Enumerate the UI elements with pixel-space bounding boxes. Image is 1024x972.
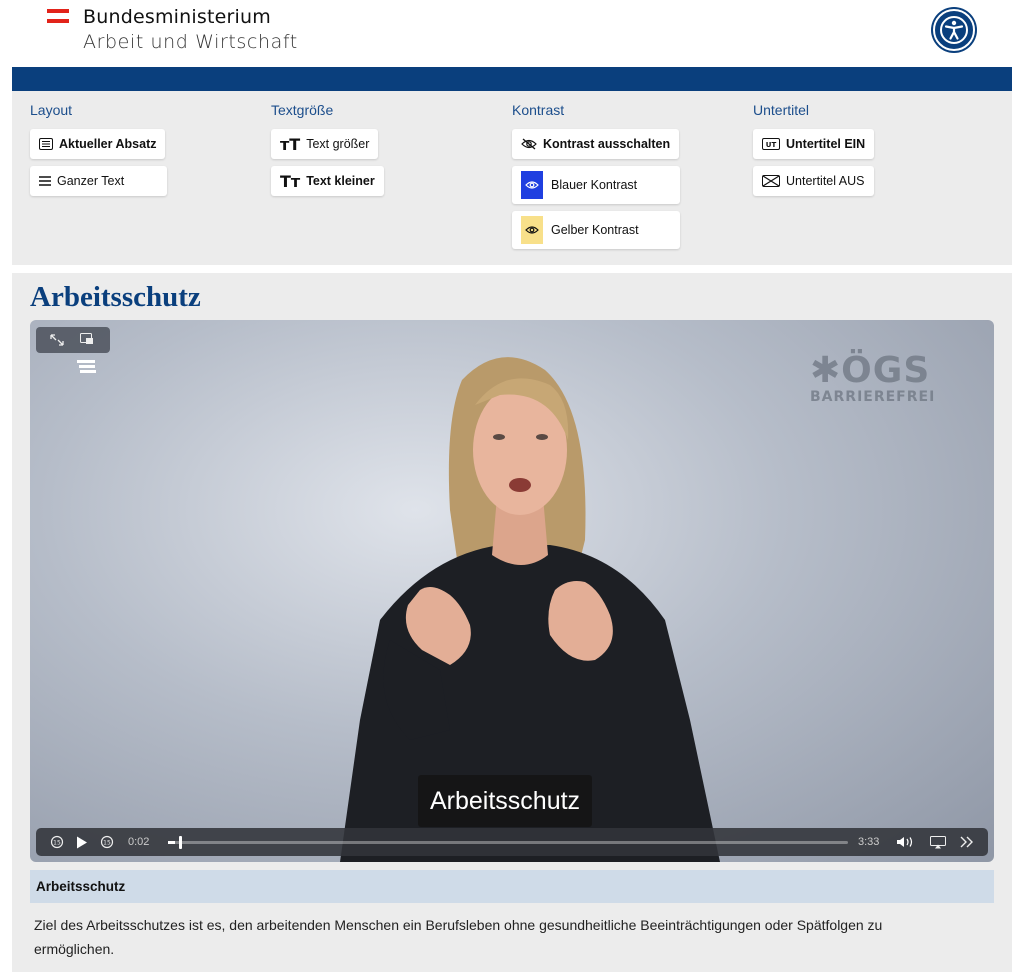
layout-full-text-button[interactable]: Ganzer Text bbox=[30, 166, 167, 196]
accessibility-icon bbox=[940, 16, 968, 44]
list-icon bbox=[39, 176, 51, 186]
blue-contrast-button[interactable]: Blauer Kontrast bbox=[512, 166, 680, 204]
button-label: Ganzer Text bbox=[57, 174, 125, 188]
ogs-watermark: ✱ÖGS BARRIEREFREI bbox=[810, 350, 935, 405]
forward-15-button[interactable]: 15 bbox=[100, 828, 114, 856]
text-smaller-button[interactable]: Tᴛ Text kleiner bbox=[271, 166, 384, 196]
paragraph-icon bbox=[39, 138, 53, 150]
button-label: Untertitel EIN bbox=[786, 137, 866, 151]
rewind-15-button[interactable]: 15 bbox=[50, 828, 64, 856]
video-control-bar: 15 15 0:02 3:33 bbox=[36, 828, 988, 856]
text-smaller-icon: Tᴛ bbox=[280, 171, 301, 191]
video-progress-fill bbox=[168, 841, 175, 844]
more-controls-button[interactable] bbox=[960, 828, 974, 856]
austria-flag-logo[interactable] bbox=[47, 9, 69, 23]
video-progress-bar[interactable] bbox=[168, 836, 848, 849]
subtitles-on-icon: UT bbox=[762, 138, 780, 150]
subtitles-on-button[interactable]: UT Untertitel EIN bbox=[753, 129, 875, 159]
eye-icon bbox=[525, 181, 539, 189]
subtitles-off-icon bbox=[762, 175, 780, 187]
button-label: Aktueller Absatz bbox=[59, 137, 157, 151]
yellow-contrast-button[interactable]: Gelber Kontrast bbox=[512, 211, 680, 249]
button-label: Untertitel AUS bbox=[786, 174, 865, 188]
text-larger-button[interactable]: ᴛT Text größer bbox=[271, 129, 379, 159]
button-label: Blauer Kontrast bbox=[551, 178, 638, 192]
volume-button[interactable] bbox=[896, 828, 916, 856]
layout-current-paragraph-button[interactable]: Aktueller Absatz bbox=[30, 129, 166, 159]
volume-icon bbox=[897, 837, 913, 847]
subtitles-heading: Untertitel bbox=[753, 102, 810, 118]
text-larger-icon: ᴛT bbox=[280, 134, 301, 154]
transcript-heading: Arbeitsschutz bbox=[30, 870, 994, 903]
ministry-logo-watermark bbox=[77, 360, 96, 373]
play-icon bbox=[77, 836, 87, 848]
header-accent-bar bbox=[12, 67, 1012, 91]
current-time: 0:02 bbox=[128, 836, 150, 848]
video-top-controls bbox=[36, 327, 110, 353]
video-player[interactable]: ✱ÖGS BARRIEREFREI Arbeitsschutz 15 15 0:… bbox=[30, 320, 994, 862]
subtitles-off-button[interactable]: Untertitel AUS bbox=[753, 166, 874, 196]
contrast-heading: Kontrast bbox=[512, 102, 565, 118]
svg-text:15: 15 bbox=[53, 840, 61, 847]
chevrons-right-icon bbox=[960, 836, 973, 848]
forward-15-icon: 15 bbox=[100, 835, 114, 849]
accessibility-settings-panel: Layout Aktueller Absatz Ganzer Text Text… bbox=[12, 91, 1012, 265]
site-header: Bundesministerium Arbeit und Wirtschaft bbox=[0, 0, 1024, 67]
org-name-line2[interactable]: Arbeit und Wirtschaft bbox=[83, 31, 298, 53]
airplay-button[interactable] bbox=[930, 828, 946, 856]
accessibility-button[interactable] bbox=[933, 9, 975, 51]
duration: 3:33 bbox=[858, 836, 880, 848]
button-label: Text größer bbox=[306, 137, 370, 151]
contrast-off-button[interactable]: Kontrast ausschalten bbox=[512, 129, 680, 159]
eye-icon bbox=[525, 226, 539, 234]
airplay-icon bbox=[930, 835, 946, 848]
page-title: Arbeitsschutz bbox=[30, 281, 201, 313]
ogs-watermark-logo: ✱ÖGS bbox=[810, 350, 931, 391]
video-caption: Arbeitsschutz bbox=[418, 775, 593, 827]
yellow-contrast-swatch bbox=[521, 216, 543, 244]
layout-heading: Layout bbox=[30, 102, 73, 118]
button-label: Text kleiner bbox=[306, 174, 375, 188]
eye-off-icon bbox=[521, 138, 537, 150]
blue-contrast-swatch bbox=[521, 171, 543, 199]
button-label: Gelber Kontrast bbox=[551, 223, 639, 237]
play-button[interactable] bbox=[76, 828, 88, 856]
svg-text:15: 15 bbox=[103, 840, 111, 847]
rewind-15-icon: 15 bbox=[50, 835, 64, 849]
transcript-text: Ziel des Arbeitsschutzes ist es, den arb… bbox=[34, 917, 883, 957]
svg-text:UT: UT bbox=[766, 141, 777, 149]
fullscreen-icon[interactable] bbox=[50, 334, 64, 346]
picture-in-picture-icon[interactable] bbox=[80, 333, 94, 345]
ogs-watermark-subtitle: BARRIEREFREI bbox=[810, 389, 936, 405]
button-label: Kontrast ausschalten bbox=[543, 137, 671, 151]
video-progress-handle[interactable] bbox=[178, 836, 182, 849]
main-content: Arbeitsschutz ✱ÖGS BARRIEREFREI Arbeitss… bbox=[12, 273, 1012, 972]
org-name-line1[interactable]: Bundesministerium bbox=[83, 6, 271, 28]
textsize-heading: Textgröße bbox=[271, 102, 334, 118]
